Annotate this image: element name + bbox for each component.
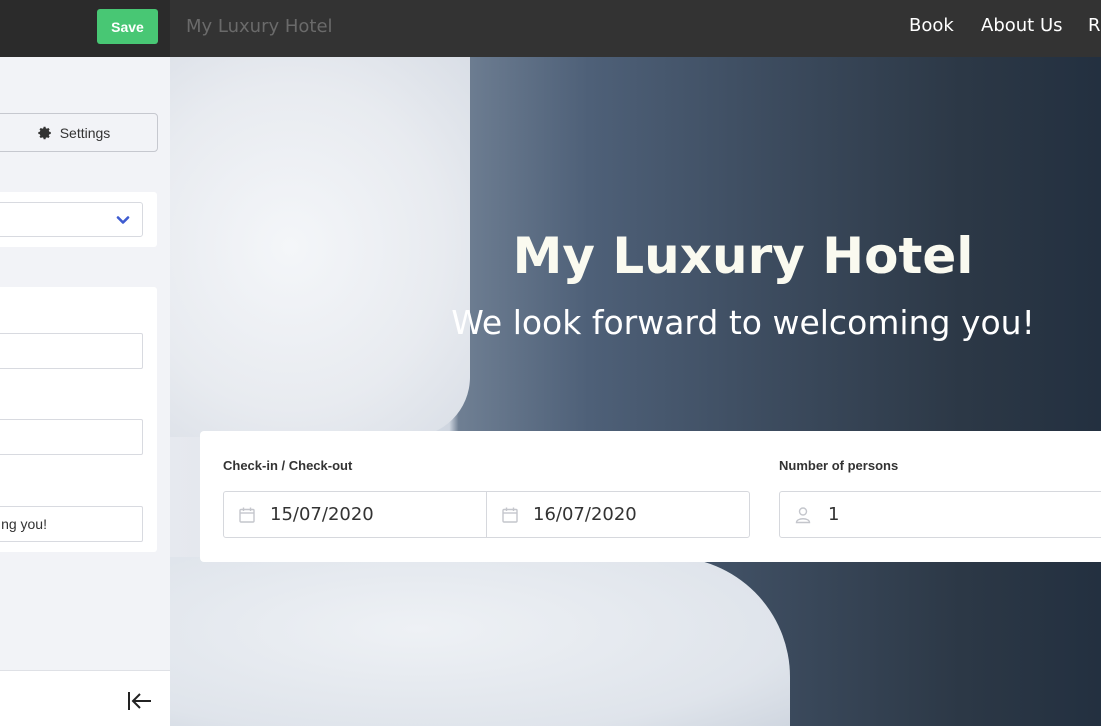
booking-widget: Check-in / Check-out Number of persons 1…	[200, 431, 1101, 562]
settings-button[interactable]: Settings	[0, 113, 158, 152]
text-field-3[interactable]: ng you!	[0, 506, 143, 542]
hero-background-sheet	[170, 557, 790, 726]
collapse-left-icon[interactable]	[127, 691, 152, 711]
hero-section: My Luxury Hotel We look forward to welco…	[170, 57, 1101, 726]
text-field-3-value: ng you!	[1, 516, 47, 532]
checkin-date-field[interactable]: 15/07/2020	[238, 492, 486, 537]
persons-field[interactable]: 1	[779, 491, 1101, 538]
hero-background-pillow	[170, 57, 470, 437]
dates-label: Check-in / Check-out	[223, 458, 353, 473]
site-title[interactable]: My Luxury Hotel	[186, 16, 333, 37]
editor-toolbar: Save	[0, 0, 170, 57]
date-range-picker: 15/07/2020 16/07/2020	[223, 491, 750, 538]
editor-panel: Settings ng you!	[0, 57, 170, 726]
calendar-icon	[502, 507, 518, 523]
top-bar: Save My Luxury Hotel Book About Us R	[0, 0, 1101, 57]
chevron-down-icon	[116, 216, 130, 224]
checkin-date-value: 15/07/2020	[270, 504, 374, 525]
settings-label: Settings	[59, 124, 111, 141]
hero-title: My Luxury Hotel	[512, 227, 974, 285]
text-field-1[interactable]	[0, 333, 143, 369]
template-select[interactable]	[0, 202, 143, 237]
gear-icon	[38, 126, 51, 139]
checkout-date-value: 16/07/2020	[533, 504, 637, 525]
date-divider	[486, 492, 487, 537]
nav-item-truncated[interactable]: R	[1088, 15, 1101, 36]
content-card: ng you!	[0, 287, 157, 552]
calendar-icon	[239, 507, 255, 523]
checkout-date-field[interactable]: 16/07/2020	[501, 492, 749, 537]
nav-item-about-us[interactable]: About Us	[981, 15, 1063, 36]
panel-footer	[0, 670, 170, 726]
save-button[interactable]: Save	[97, 9, 158, 44]
persons-label: Number of persons	[779, 458, 899, 473]
template-card	[0, 192, 157, 247]
hero-subtitle: We look forward to welcoming you!	[451, 303, 1035, 342]
nav-item-book[interactable]: Book	[909, 15, 954, 36]
text-field-2[interactable]	[0, 419, 143, 455]
person-icon	[795, 506, 811, 523]
persons-value: 1	[828, 504, 840, 525]
